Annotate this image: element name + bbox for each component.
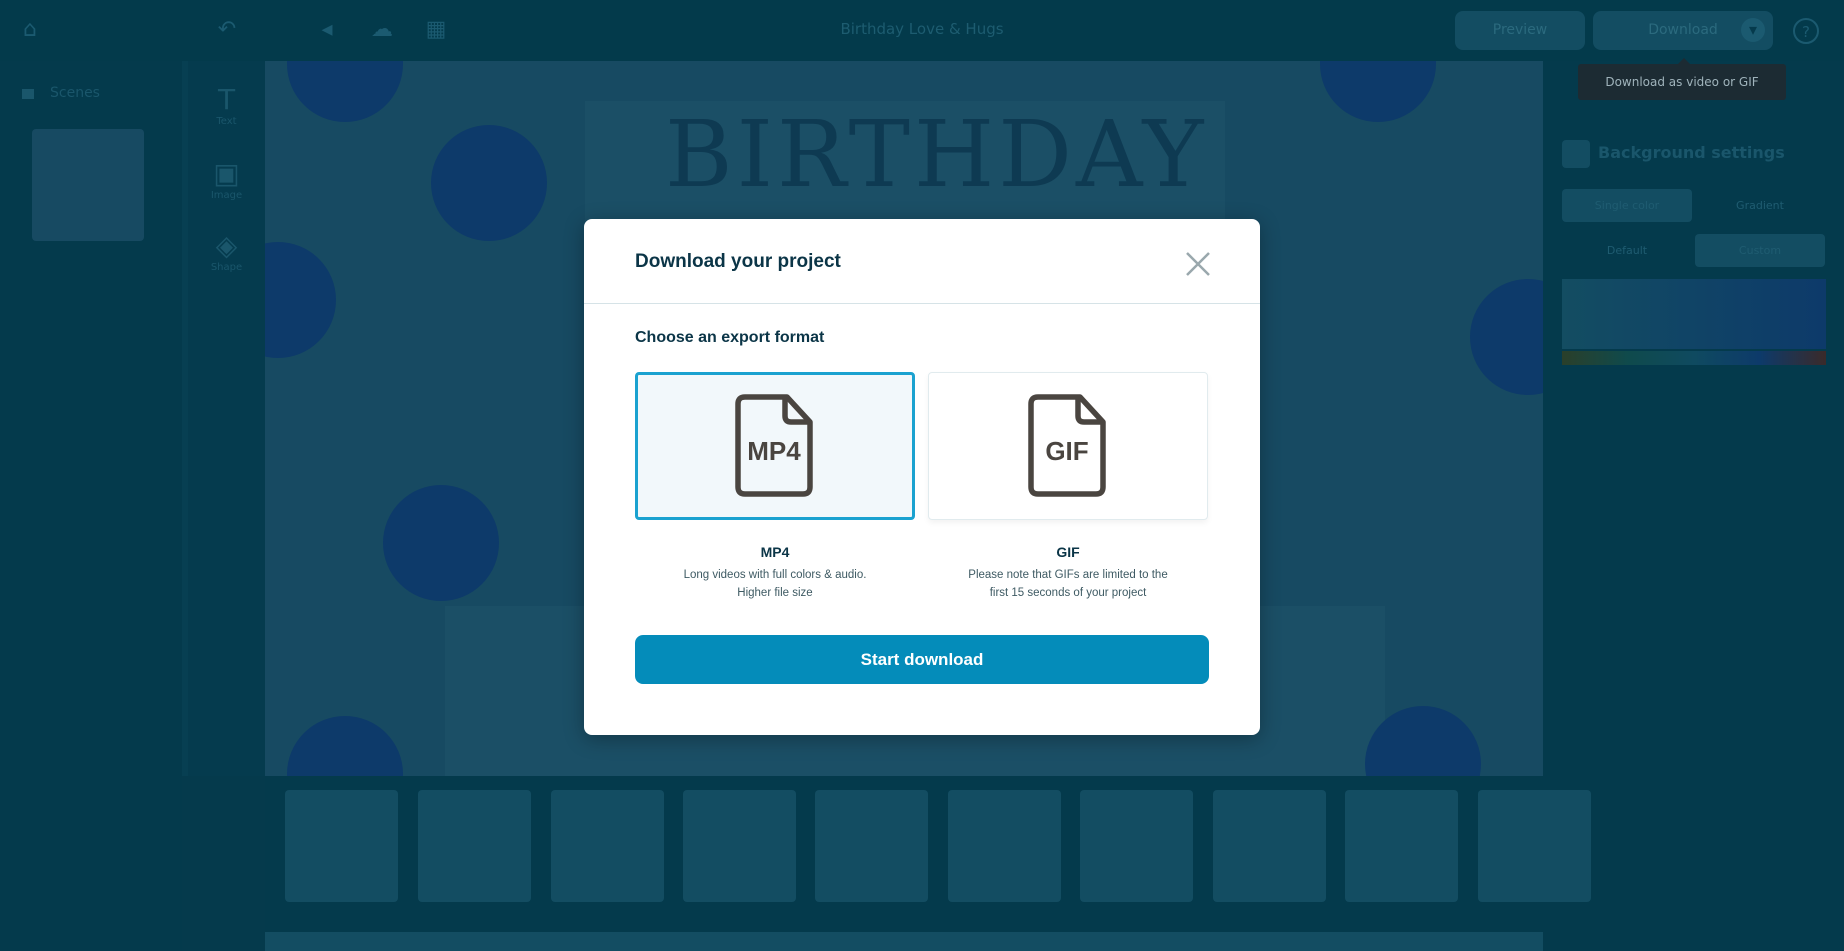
section-heading: Choose an export format — [635, 329, 825, 346]
tools-panel: T Text ▣ Image ◈ Shape — [182, 61, 265, 776]
scene-thumb[interactable] — [1080, 790, 1193, 902]
decor-circle — [1470, 279, 1543, 395]
gif-file-icon: GIF — [1028, 394, 1106, 497]
scenes-sidebar: Scenes — [0, 61, 182, 951]
canvas-headline: BIRTHDAY — [665, 101, 1208, 208]
timeline-scrollbar[interactable] — [265, 932, 1543, 951]
scenes-icon — [22, 89, 34, 99]
scene-thumb[interactable] — [285, 790, 398, 902]
scene-thumb[interactable] — [1213, 790, 1326, 902]
decor-circle — [287, 61, 403, 122]
gif-label: GIF — [1056, 544, 1080, 560]
scene-thumb[interactable] — [948, 790, 1061, 902]
close-icon[interactable] — [1183, 249, 1213, 279]
tab-gradient[interactable]: Gradient — [1695, 189, 1825, 222]
format-option-mp4[interactable]: MP4 — [635, 372, 915, 520]
scene-thumbnail[interactable] — [32, 129, 144, 241]
mp4-label: MP4 — [760, 544, 790, 560]
tool-shape[interactable]: ◈ Shape — [188, 229, 265, 273]
scene-thumb[interactable] — [815, 790, 928, 902]
tab-single-color[interactable]: Single color — [1562, 189, 1692, 222]
timeline — [265, 776, 1591, 936]
scene-thumb[interactable] — [1345, 790, 1458, 902]
preview-button[interactable]: Preview — [1455, 11, 1585, 50]
decor-circle — [265, 242, 336, 358]
decor-circle — [1320, 61, 1436, 122]
divider — [584, 303, 1260, 304]
format-option-gif[interactable]: GIF — [928, 372, 1208, 520]
decor-circle — [287, 716, 403, 776]
dialog-title: Download your project — [635, 251, 841, 272]
scenes-label: Scenes — [50, 85, 100, 101]
background-icon — [1562, 140, 1590, 168]
hue-slider[interactable] — [1562, 351, 1826, 365]
tool-text[interactable]: T Text — [188, 83, 265, 127]
download-dialog: Download your project Choose an export f… — [584, 219, 1260, 735]
scene-thumb[interactable] — [418, 790, 531, 902]
gif-description: Please note that GIFs are limited to the… — [968, 569, 1168, 599]
mp4-file-icon: MP4 — [735, 394, 813, 497]
mode-default[interactable]: Default — [1562, 234, 1692, 267]
tool-image[interactable]: ▣ Image — [188, 157, 265, 201]
help-icon[interactable]: ? — [1793, 18, 1819, 44]
decor-circle — [431, 125, 547, 241]
shape-icon: ◈ — [215, 229, 238, 262]
start-download-button[interactable]: Start download — [635, 635, 1209, 684]
panel-title: Background settings — [1598, 143, 1785, 162]
scene-thumb[interactable] — [1478, 790, 1591, 902]
scene-thumb[interactable] — [551, 790, 664, 902]
gradient-preview[interactable] — [1562, 279, 1826, 349]
text-icon: T — [217, 83, 236, 116]
svg-text:MP4: MP4 — [747, 436, 801, 466]
image-icon: ▣ — [213, 157, 240, 190]
dropdown-icon[interactable]: ▾ — [1741, 18, 1765, 42]
download-tooltip: Download as video or GIF — [1578, 58, 1786, 100]
svg-text:GIF: GIF — [1045, 436, 1088, 466]
mode-custom[interactable]: Custom — [1695, 234, 1825, 267]
decor-circle — [383, 485, 499, 601]
top-bar: ⌂ ↶ ◂ ☁ ▦ Birthday Love & Hugs Preview D… — [0, 0, 1844, 61]
scene-thumb[interactable] — [683, 790, 796, 902]
mp4-description: Long videos with full colors & audio. Hig… — [683, 569, 867, 599]
